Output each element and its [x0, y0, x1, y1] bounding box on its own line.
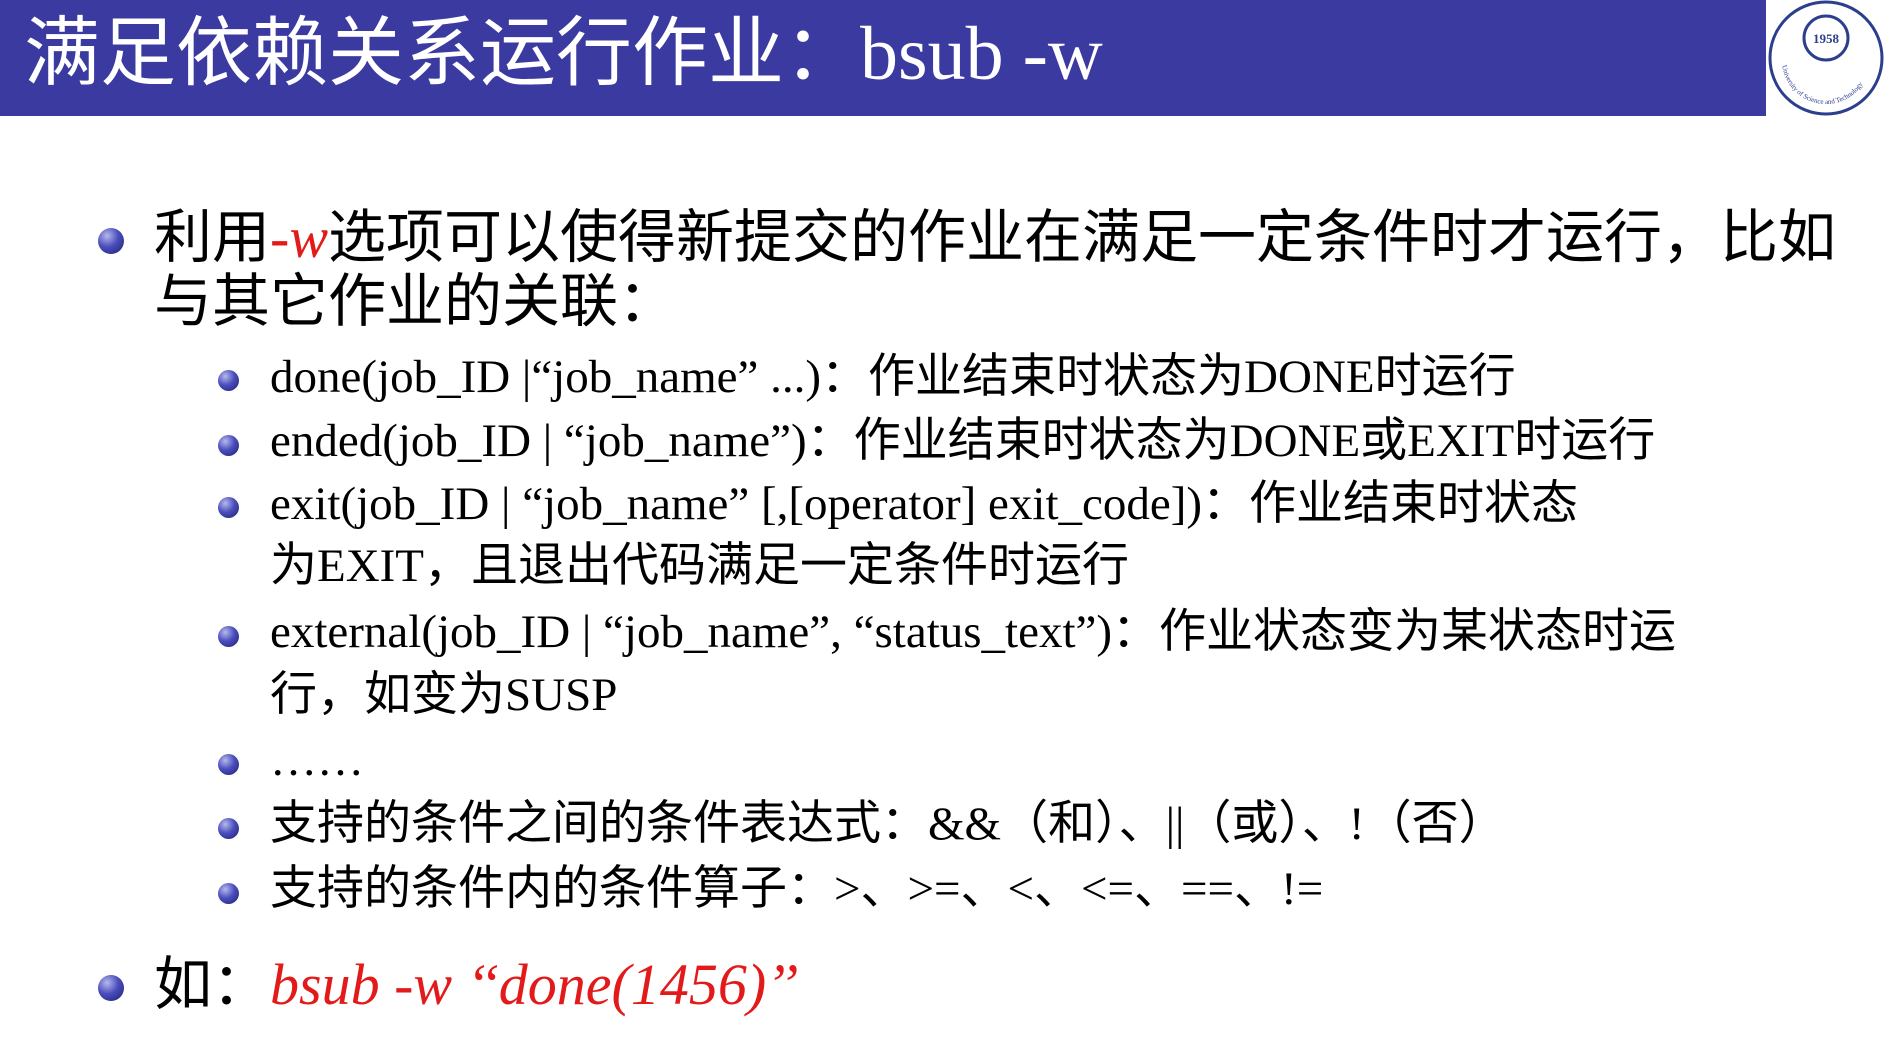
example-label: 如：: [154, 952, 271, 1017]
slide-content: 利用-w选项可以使得新提交的作业在满足一定条件时才运行，比如 与其它作业的关联：…: [0, 0, 1884, 1038]
bullet-icon: [98, 228, 124, 254]
example-command: bsub -w ‘‘done(1456)’’: [270, 952, 799, 1017]
bullet-icon: [218, 818, 239, 839]
bullet-icon: [218, 754, 239, 775]
bullet-icon: [218, 883, 239, 904]
intro-option: -w: [270, 205, 329, 270]
condition-expressions: 支持的条件之间的条件表达式：&&（和）、||（或）、!（否）: [270, 798, 1506, 850]
intro-line-2: 与其它作业的关联：: [154, 269, 677, 334]
condition-external-line-1: external(job_ID | “job_name”, “status_te…: [270, 606, 1677, 658]
bullet-icon: [218, 626, 239, 647]
bullet-icon: [218, 435, 239, 456]
condition-ellipsis: ……: [270, 734, 364, 786]
intro-prefix: 利用: [154, 205, 271, 270]
condition-ended: ended(job_ID | “job_name”)：作业结束时状态为DONE或…: [270, 415, 1656, 467]
condition-done: done(job_ID |“job_name” ...)：作业结束时状态为DON…: [270, 351, 1516, 403]
condition-external-line-2: 行，如变为SUSP: [270, 669, 618, 721]
example-line: 如：bsub -w ‘‘done(1456)’’: [154, 953, 798, 1017]
intro-line-1: 利用-w选项可以使得新提交的作业在满足一定条件时才运行，比如: [154, 206, 1836, 270]
condition-operators: 支持的条件内的条件算子：>、>=、<、<=、==、!=: [270, 863, 1324, 915]
intro-line1-rest: 选项可以使得新提交的作业在满足一定条件时才运行，比如: [328, 205, 1837, 270]
bullet-icon: [218, 370, 239, 391]
bullet-icon: [98, 975, 124, 1001]
bullet-icon: [218, 497, 239, 518]
condition-exit-line-2: 为EXIT，且退出代码满足一定条件时运行: [270, 540, 1130, 592]
condition-exit-line-1: exit(job_ID | “job_name” [,[operator] ex…: [270, 478, 1579, 530]
